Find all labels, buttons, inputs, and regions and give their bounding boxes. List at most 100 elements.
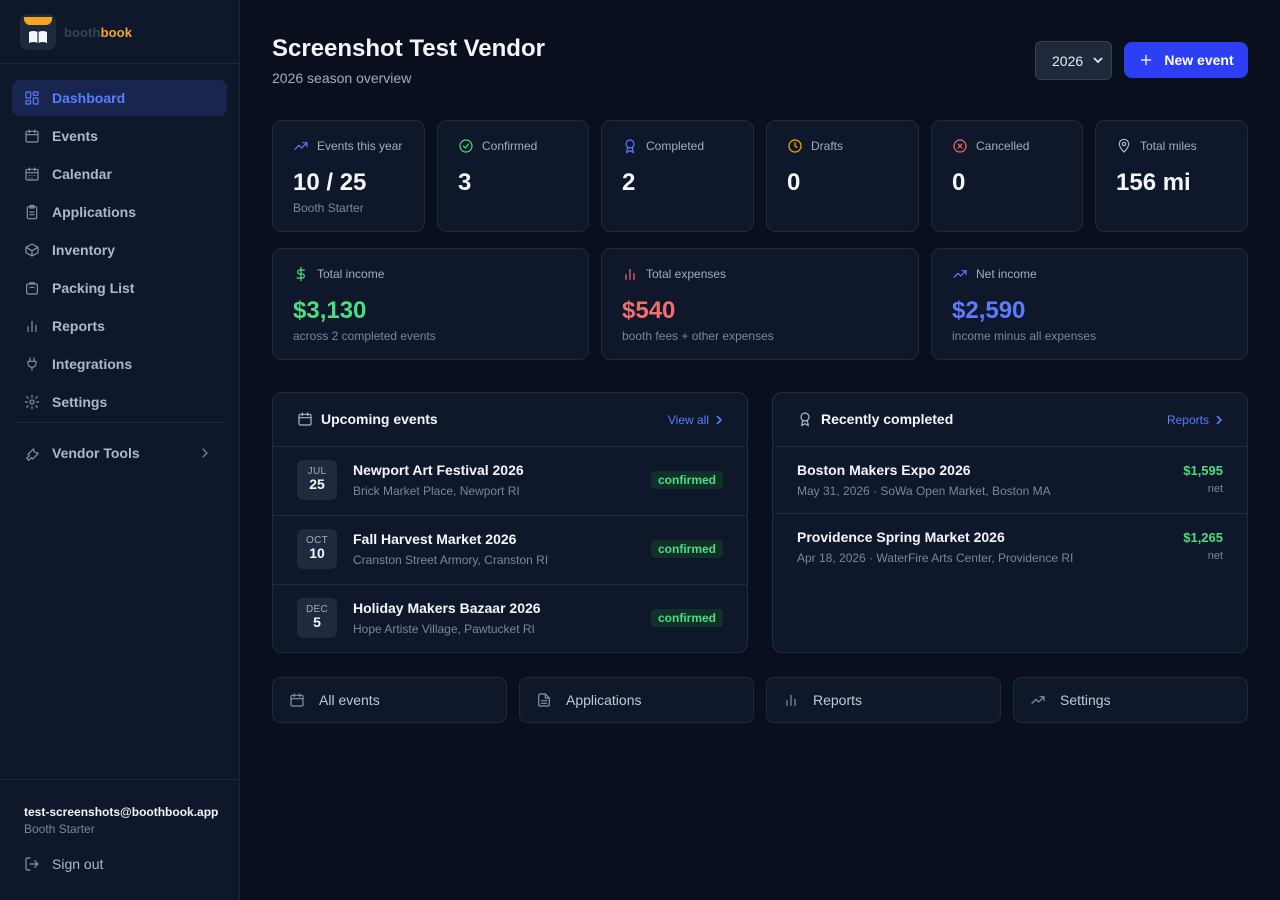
page-subtitle: 2026 season overview: [272, 70, 412, 86]
vendor-tools-label: Vendor Tools: [52, 445, 140, 461]
stat-value: 3: [458, 169, 472, 196]
reports-link-label: Reports: [1166, 413, 1209, 427]
quick-link-applications[interactable]: Applications: [519, 677, 754, 723]
award-icon: [625, 139, 635, 154]
date-day: 25: [309, 476, 325, 492]
date-day: 5: [313, 614, 321, 630]
list-item[interactable]: OCT 10 Fall Harvest Market 2026 Cranston…: [273, 515, 747, 584]
stat-note: booth fees + other expenses: [622, 329, 774, 343]
sidebar-item-integrations[interactable]: Integrations: [12, 346, 227, 382]
net-amount: $1,265: [1183, 530, 1223, 545]
sidebar-item-label: Events: [52, 128, 98, 144]
net-label: net: [1207, 550, 1223, 562]
plus-icon: [1141, 54, 1152, 66]
stat-note: income minus all expenses: [952, 329, 1097, 343]
page-title: Screenshot Test Vendor: [272, 35, 545, 62]
check-circle-icon: [459, 139, 473, 153]
list-item[interactable]: Providence Spring Market 2026 Apr 18, 20…: [773, 513, 1247, 580]
stat-label: Confirmed: [482, 139, 538, 153]
net-amount: $1,595: [1183, 463, 1223, 478]
sidebar-nav: Dashboard Events Calendar Applications I…: [12, 80, 227, 422]
quick-link-label: Settings: [1060, 692, 1111, 708]
year-select-value: 2026: [1052, 52, 1084, 69]
stat-label: Total expenses: [646, 267, 727, 281]
stat-card-cancelled: Cancelled 0: [931, 120, 1083, 232]
date-tile: DEC 5: [297, 598, 337, 638]
stat-value: 156 mi: [1116, 169, 1191, 196]
vendor-tools-toggle[interactable]: Vendor Tools: [12, 435, 227, 471]
dashboard-icon: [25, 91, 39, 105]
user-plan: Booth Starter: [24, 822, 95, 836]
reports-link[interactable]: Reports: [1167, 413, 1223, 427]
calendar-icon: [25, 129, 39, 143]
list-item[interactable]: DEC 5 Holiday Makers Bazaar 2026 Hope Ar…: [273, 584, 747, 653]
divider: [0, 63, 239, 64]
clipboard-icon: [26, 204, 38, 220]
map-pin-icon: [1118, 138, 1130, 153]
sidebar-item-packing-list[interactable]: Packing List: [12, 270, 227, 306]
year-select[interactable]: 2026: [1035, 41, 1112, 80]
stat-card-total-miles: Total miles 156 mi: [1095, 120, 1248, 232]
user-email: test-screenshots@boothbook.app: [24, 805, 219, 819]
status-badge: confirmed: [650, 471, 723, 489]
stat-card-total-income: Total income $3,130 across 2 completed e…: [272, 248, 589, 360]
list-item[interactable]: Boston Makers Expo 2026 May 31, 2026 · S…: [773, 446, 1247, 513]
chevron-right-icon: [202, 448, 208, 458]
wrench-icon: [26, 448, 39, 461]
sidebar-item-applications[interactable]: Applications: [12, 194, 227, 230]
stat-label: Events this year: [317, 139, 403, 153]
bar-chart-icon: [786, 694, 796, 706]
event-name: Newport Art Festival 2026: [353, 462, 524, 478]
quick-link-label: All events: [319, 692, 380, 708]
sidebar-item-dashboard[interactable]: Dashboard: [12, 80, 227, 116]
sidebar-item-reports[interactable]: Reports: [12, 308, 227, 344]
list-item[interactable]: JUL 25 Newport Art Festival 2026 Brick M…: [273, 446, 747, 515]
event-name: Providence Spring Market 2026: [797, 529, 1005, 545]
view-all-link[interactable]: View all: [668, 413, 723, 427]
sidebar-item-inventory[interactable]: Inventory: [12, 232, 227, 268]
sidebar-item-calendar[interactable]: Calendar: [12, 156, 227, 192]
stat-note: across 2 completed events: [293, 329, 436, 343]
new-event-button[interactable]: New event: [1124, 42, 1248, 78]
sidebar-item-label: Integrations: [52, 356, 133, 372]
panel-title: Recently completed: [821, 411, 954, 427]
sidebar-item-settings[interactable]: Settings: [12, 384, 227, 420]
gear-icon: [24, 394, 40, 410]
box-icon: [25, 243, 39, 257]
stat-card-completed: Completed 2: [601, 120, 754, 232]
date-tile: JUL 25: [297, 460, 337, 500]
event-meta: Apr 18, 2026 · WaterFire Arts Center, Pr…: [797, 551, 1074, 565]
status-badge: confirmed: [650, 609, 723, 627]
stat-label: Net income: [976, 267, 1037, 281]
event-name: Holiday Makers Bazaar 2026: [353, 600, 541, 616]
sign-out-button[interactable]: Sign out: [24, 856, 103, 872]
file-icon: [538, 693, 550, 707]
upcoming-events-panel: Upcoming events View all JUL 25 Newport …: [272, 392, 748, 653]
book-icon: [29, 31, 47, 43]
stat-value: $3,130: [293, 297, 367, 324]
sidebar-item-events[interactable]: Events: [12, 118, 227, 154]
bar-chart-icon: [27, 320, 37, 332]
event-name: Boston Makers Expo 2026: [797, 462, 971, 478]
status-badge: confirmed: [650, 540, 723, 558]
trend-up-icon: [294, 142, 308, 150]
calendar-icon: [298, 412, 312, 426]
plug-icon: [27, 357, 37, 371]
quick-link-label: Applications: [566, 692, 642, 708]
stat-value: 10 / 25: [293, 169, 367, 196]
event-name: Fall Harvest Market 2026: [353, 531, 517, 547]
sidebar-item-label: Inventory: [52, 242, 116, 258]
stat-value: $2,590: [952, 297, 1026, 324]
quick-link-all-events[interactable]: All events: [272, 677, 507, 723]
panel-title: Upcoming events: [321, 411, 438, 427]
sidebar-item-label: Dashboard: [52, 90, 126, 106]
stat-card-net-income: Net income $2,590 income minus all expen…: [931, 248, 1248, 360]
sidebar-item-label: Settings: [52, 394, 108, 410]
award-icon: [800, 412, 810, 427]
quick-link-settings[interactable]: Settings: [1013, 677, 1248, 723]
quick-link-reports[interactable]: Reports: [766, 677, 1001, 723]
brand-logo: [20, 14, 56, 50]
brand[interactable]: boothbook: [20, 14, 132, 50]
calendar-grid-icon: [25, 167, 39, 181]
sign-out-label: Sign out: [52, 856, 104, 872]
